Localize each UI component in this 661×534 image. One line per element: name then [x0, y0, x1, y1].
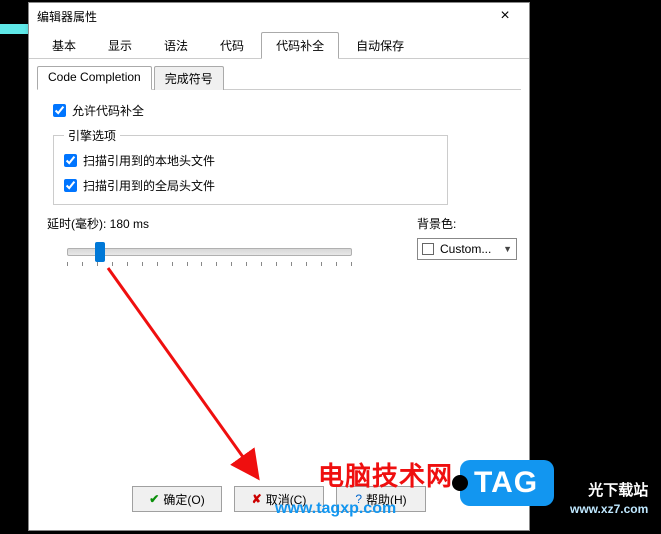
scan-global-headers-checkbox[interactable]: 扫描引用到的全局头文件	[64, 177, 437, 194]
watermark-dl-line1: 光下载站	[570, 480, 648, 501]
close-button[interactable]: ×	[485, 4, 525, 28]
content-spacer	[37, 270, 521, 478]
delay-value-text: 180 ms	[110, 217, 149, 231]
tab-autosave[interactable]: 自动保存	[341, 32, 419, 59]
color-swatch-icon	[422, 243, 434, 255]
watermark-dl-line2: www.xz7.com	[570, 501, 648, 518]
scan-local-headers-input[interactable]	[64, 154, 77, 167]
ok-button-label: 确定(O)	[163, 491, 204, 508]
tab-code[interactable]: 代码	[205, 32, 259, 59]
scan-local-headers-label: 扫描引用到的本地头文件	[83, 152, 215, 169]
delay-slider[interactable]	[67, 242, 352, 270]
watermark-site-name: 电脑技术网	[318, 456, 453, 493]
watermark-tag-badge: TAG	[460, 460, 554, 506]
main-tabstrip: 基本 显示 语法 代码 代码补全 自动保存	[29, 29, 529, 59]
engine-legend: 引擎选项	[64, 127, 120, 144]
tab-code-completion[interactable]: 代码补全	[261, 32, 339, 59]
dialog-title: 编辑器属性	[37, 8, 485, 25]
delay-column: 延时(毫秒): 180 ms	[47, 215, 387, 270]
tab-display[interactable]: 显示	[93, 32, 147, 59]
close-icon: ×	[500, 7, 509, 25]
scan-global-headers-label: 扫描引用到的全局头文件	[83, 177, 215, 194]
bgcolor-column: 背景色: Custom... ▼	[417, 215, 527, 270]
allow-code-completion-input[interactable]	[53, 104, 66, 117]
allow-code-completion-label: 允许代码补全	[72, 102, 144, 119]
editor-properties-dialog: 编辑器属性 × 基本 显示 语法 代码 代码补全 自动保存 Code Compl…	[28, 2, 530, 531]
slider-thumb[interactable]	[95, 242, 105, 262]
background-accent	[0, 24, 28, 34]
ok-button[interactable]: ✔ 确定(O)	[132, 486, 222, 512]
chevron-down-icon: ▼	[503, 244, 512, 254]
allow-code-completion-checkbox[interactable]: 允许代码补全	[53, 102, 521, 119]
bgcolor-combobox[interactable]: Custom... ▼	[417, 238, 517, 260]
check-icon: ✔	[149, 492, 159, 506]
sub-tabstrip: Code Completion 完成符号	[37, 65, 521, 90]
watermark-tag-text: TAG	[474, 466, 538, 500]
bgcolor-label: 背景色:	[417, 215, 527, 232]
slider-ticks	[67, 262, 352, 268]
tab-basic[interactable]: 基本	[37, 32, 91, 59]
slider-track	[67, 248, 352, 256]
scan-global-headers-input[interactable]	[64, 179, 77, 192]
tab-content: Code Completion 完成符号 允许代码补全 引擎选项 扫描引用到的本…	[29, 59, 529, 530]
x-icon: ✘	[252, 492, 262, 506]
settings-columns: 延时(毫秒): 180 ms 背景色: Custom... ▼	[47, 215, 521, 270]
watermark-url: www.tagxp.com	[275, 500, 396, 518]
subtab-completion-symbols[interactable]: 完成符号	[154, 66, 224, 90]
watermark-download-site: 光下载站 www.xz7.com	[570, 480, 648, 518]
engine-options-group: 引擎选项 扫描引用到的本地头文件 扫描引用到的全局头文件	[53, 127, 448, 205]
delay-label-prefix: 延时(毫秒):	[47, 217, 110, 231]
tag-notch-icon	[452, 475, 468, 491]
scan-local-headers-checkbox[interactable]: 扫描引用到的本地头文件	[64, 152, 437, 169]
titlebar: 编辑器属性 ×	[29, 3, 529, 29]
tab-syntax[interactable]: 语法	[149, 32, 203, 59]
subtab-code-completion[interactable]: Code Completion	[37, 66, 152, 90]
delay-label: 延时(毫秒): 180 ms	[47, 215, 387, 232]
bgcolor-selected-text: Custom...	[440, 242, 503, 256]
